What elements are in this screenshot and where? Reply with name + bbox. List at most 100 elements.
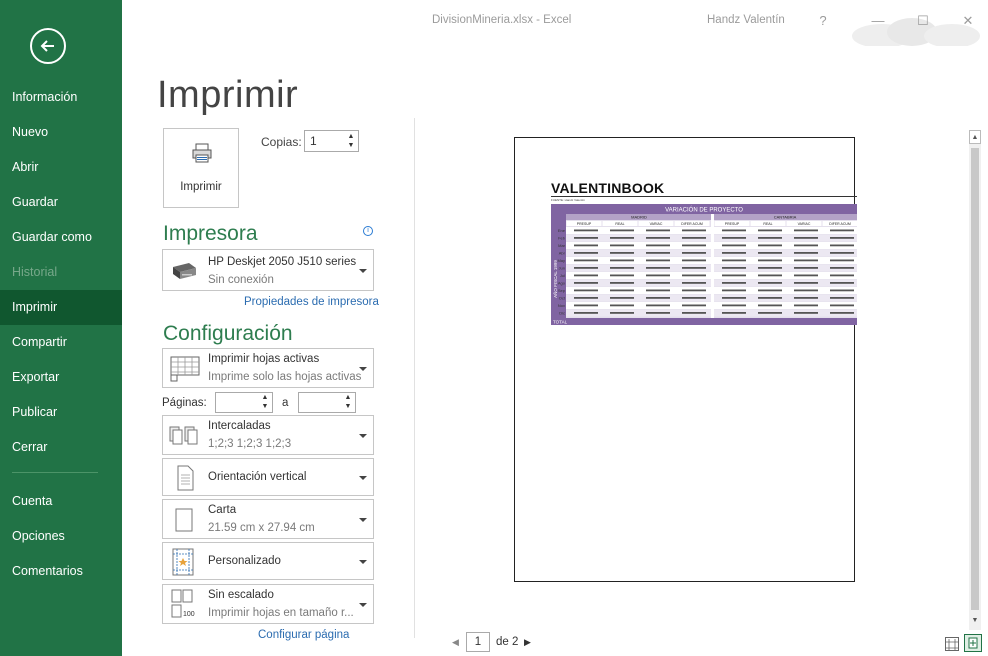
nav-comentarios[interactable]: Comentarios <box>0 554 122 589</box>
preview-cell-value <box>646 244 670 247</box>
scroll-down-icon[interactable]: ▼ <box>969 614 981 628</box>
zoom-to-page-icon[interactable] <box>964 634 982 652</box>
spin-down-icon[interactable]: ▼ <box>344 403 352 411</box>
collated-pages-icon <box>169 426 198 445</box>
preview-cell-value <box>682 229 706 232</box>
nav-nuevo[interactable]: Nuevo <box>0 115 122 150</box>
pages-from-input[interactable]: ▲ ▼ <box>215 392 273 413</box>
window-title: DivisionMineria.xlsx - Excel <box>432 14 572 26</box>
orientation-dropdown[interactable]: Orientación vertical <box>162 458 374 496</box>
preview-column-label: PRESUP <box>725 222 740 226</box>
preview-cell-value <box>758 289 782 292</box>
chevron-down-icon <box>359 367 367 371</box>
preview-column-label: DIFER ACUM <box>829 222 851 226</box>
copies-input[interactable]: 1 ▲ ▼ <box>304 130 359 152</box>
nav-guardar[interactable]: Guardar <box>0 185 122 220</box>
preview-cell-value <box>722 282 746 284</box>
preview-cell-value <box>758 282 782 284</box>
preview-cell-value <box>722 237 746 239</box>
preview-month-label: Oct <box>559 296 566 301</box>
portrait-page-icon <box>177 465 194 491</box>
printer-section-title: Impresora <box>163 222 258 245</box>
preview-cell-value <box>830 237 854 239</box>
preview-cell-value <box>794 312 818 314</box>
scroll-up-icon[interactable]: ▲ <box>969 130 981 144</box>
preview-cell-value <box>574 244 598 247</box>
preview-cell-value <box>574 282 598 284</box>
preview-month-label: Jul <box>560 273 565 278</box>
preview-month-label: Ago <box>558 281 566 286</box>
nav-imprimir[interactable]: Imprimir <box>0 290 122 325</box>
print-button[interactable]: Imprimir <box>163 128 239 208</box>
preview-region-cantabria: CANTABRIA <box>774 215 797 220</box>
next-page-icon[interactable]: ▶ <box>524 637 531 648</box>
title-bar: DivisionMineria.xlsx - Excel Handz Valen… <box>122 0 988 46</box>
chevron-down-icon <box>359 603 367 607</box>
printer-icon <box>192 143 212 163</box>
preview-cell-value <box>758 244 782 247</box>
preview-cell-value <box>610 297 634 299</box>
preview-cell-value <box>610 237 634 239</box>
nav-cerrar[interactable]: Cerrar <box>0 430 122 465</box>
sheet-grid-icon <box>170 356 200 382</box>
page-title: Imprimir <box>157 74 299 116</box>
nav-cuenta[interactable]: Cuenta <box>0 484 122 519</box>
scrollbar-thumb[interactable] <box>971 148 979 610</box>
scaling-dropdown[interactable]: 100 Sin escalado Imprimir hojas en tamañ… <box>162 584 374 624</box>
chevron-down-icon <box>359 434 367 438</box>
page-setup-link[interactable]: Configurar página <box>258 629 349 641</box>
nav-informacion[interactable]: Información <box>0 80 122 115</box>
preview-cell-value <box>722 229 746 232</box>
minimize-button[interactable]: — <box>867 10 889 32</box>
preview-cell-value <box>574 259 598 262</box>
spin-down-icon[interactable]: ▼ <box>347 142 355 150</box>
nav-opciones[interactable]: Opciones <box>0 519 122 554</box>
preview-cell-value <box>722 259 746 262</box>
nav-compartir[interactable]: Compartir <box>0 325 122 360</box>
print-what-dropdown[interactable]: Imprimir hojas activas Imprime solo las … <box>162 348 374 388</box>
restore-button[interactable]: ☐ <box>912 10 934 32</box>
preview-month-label: Mar <box>558 243 566 248</box>
preview-cell-value <box>722 289 746 292</box>
preview-column-label: REAL <box>615 222 624 226</box>
nav-exportar[interactable]: Exportar <box>0 360 122 395</box>
collate-dropdown[interactable]: Intercaladas 1;2;3 1;2;3 1;2;3 <box>162 415 374 455</box>
pages-to-label: a <box>282 397 289 409</box>
printer-dropdown[interactable]: HP Deskjet 2050 J510 series Sin conexión <box>162 249 374 291</box>
show-margins-icon[interactable] <box>945 637 959 651</box>
spin-up-icon[interactable]: ▲ <box>347 133 355 141</box>
nav-guardar-como[interactable]: Guardar como <box>0 220 122 255</box>
preview-cell-value <box>830 282 854 284</box>
preview-cell-value <box>610 304 634 307</box>
paper-size-dropdown[interactable]: Carta 21.59 cm x 27.94 cm <box>162 499 374 539</box>
print-what-sub: Imprime solo las hojas activas <box>208 371 362 383</box>
close-button[interactable]: ✕ <box>957 10 979 32</box>
preview-cell-value <box>682 244 706 247</box>
nav-abrir[interactable]: Abrir <box>0 150 122 185</box>
current-page-input[interactable]: 1 <box>466 632 490 652</box>
pages-to-input[interactable]: ▲ ▼ <box>298 392 356 413</box>
nav-separator <box>12 472 98 473</box>
margins-dropdown[interactable]: Personalizado <box>162 542 374 580</box>
printer-properties-link[interactable]: Propiedades de impresora <box>244 296 379 308</box>
page-count-label: de 2 <box>496 636 519 648</box>
spin-up-icon[interactable]: ▲ <box>344 394 352 402</box>
preview-column-label: VARIAC <box>798 222 811 226</box>
preview-cell-value <box>722 244 746 247</box>
back-arrow-icon <box>40 40 54 52</box>
preview-cell-value <box>830 252 854 254</box>
user-name[interactable]: Handz Valentín <box>707 14 785 26</box>
spin-up-icon[interactable]: ▲ <box>261 394 269 402</box>
print-what-main: Imprimir hojas activas <box>208 353 320 365</box>
orientation-main: Orientación vertical <box>208 471 307 483</box>
preview-cell-value <box>758 259 782 262</box>
info-icon[interactable]: i <box>363 226 373 236</box>
previous-page-icon[interactable]: ◀ <box>452 637 459 648</box>
nav-publicar[interactable]: Publicar <box>0 395 122 430</box>
help-button[interactable]: ? <box>812 10 834 32</box>
preview-column-label: REAL <box>763 222 772 226</box>
printer-name: HP Deskjet 2050 J510 series <box>208 256 357 268</box>
back-button[interactable] <box>30 28 66 64</box>
preview-cell-value <box>794 289 818 292</box>
spin-down-icon[interactable]: ▼ <box>261 403 269 411</box>
